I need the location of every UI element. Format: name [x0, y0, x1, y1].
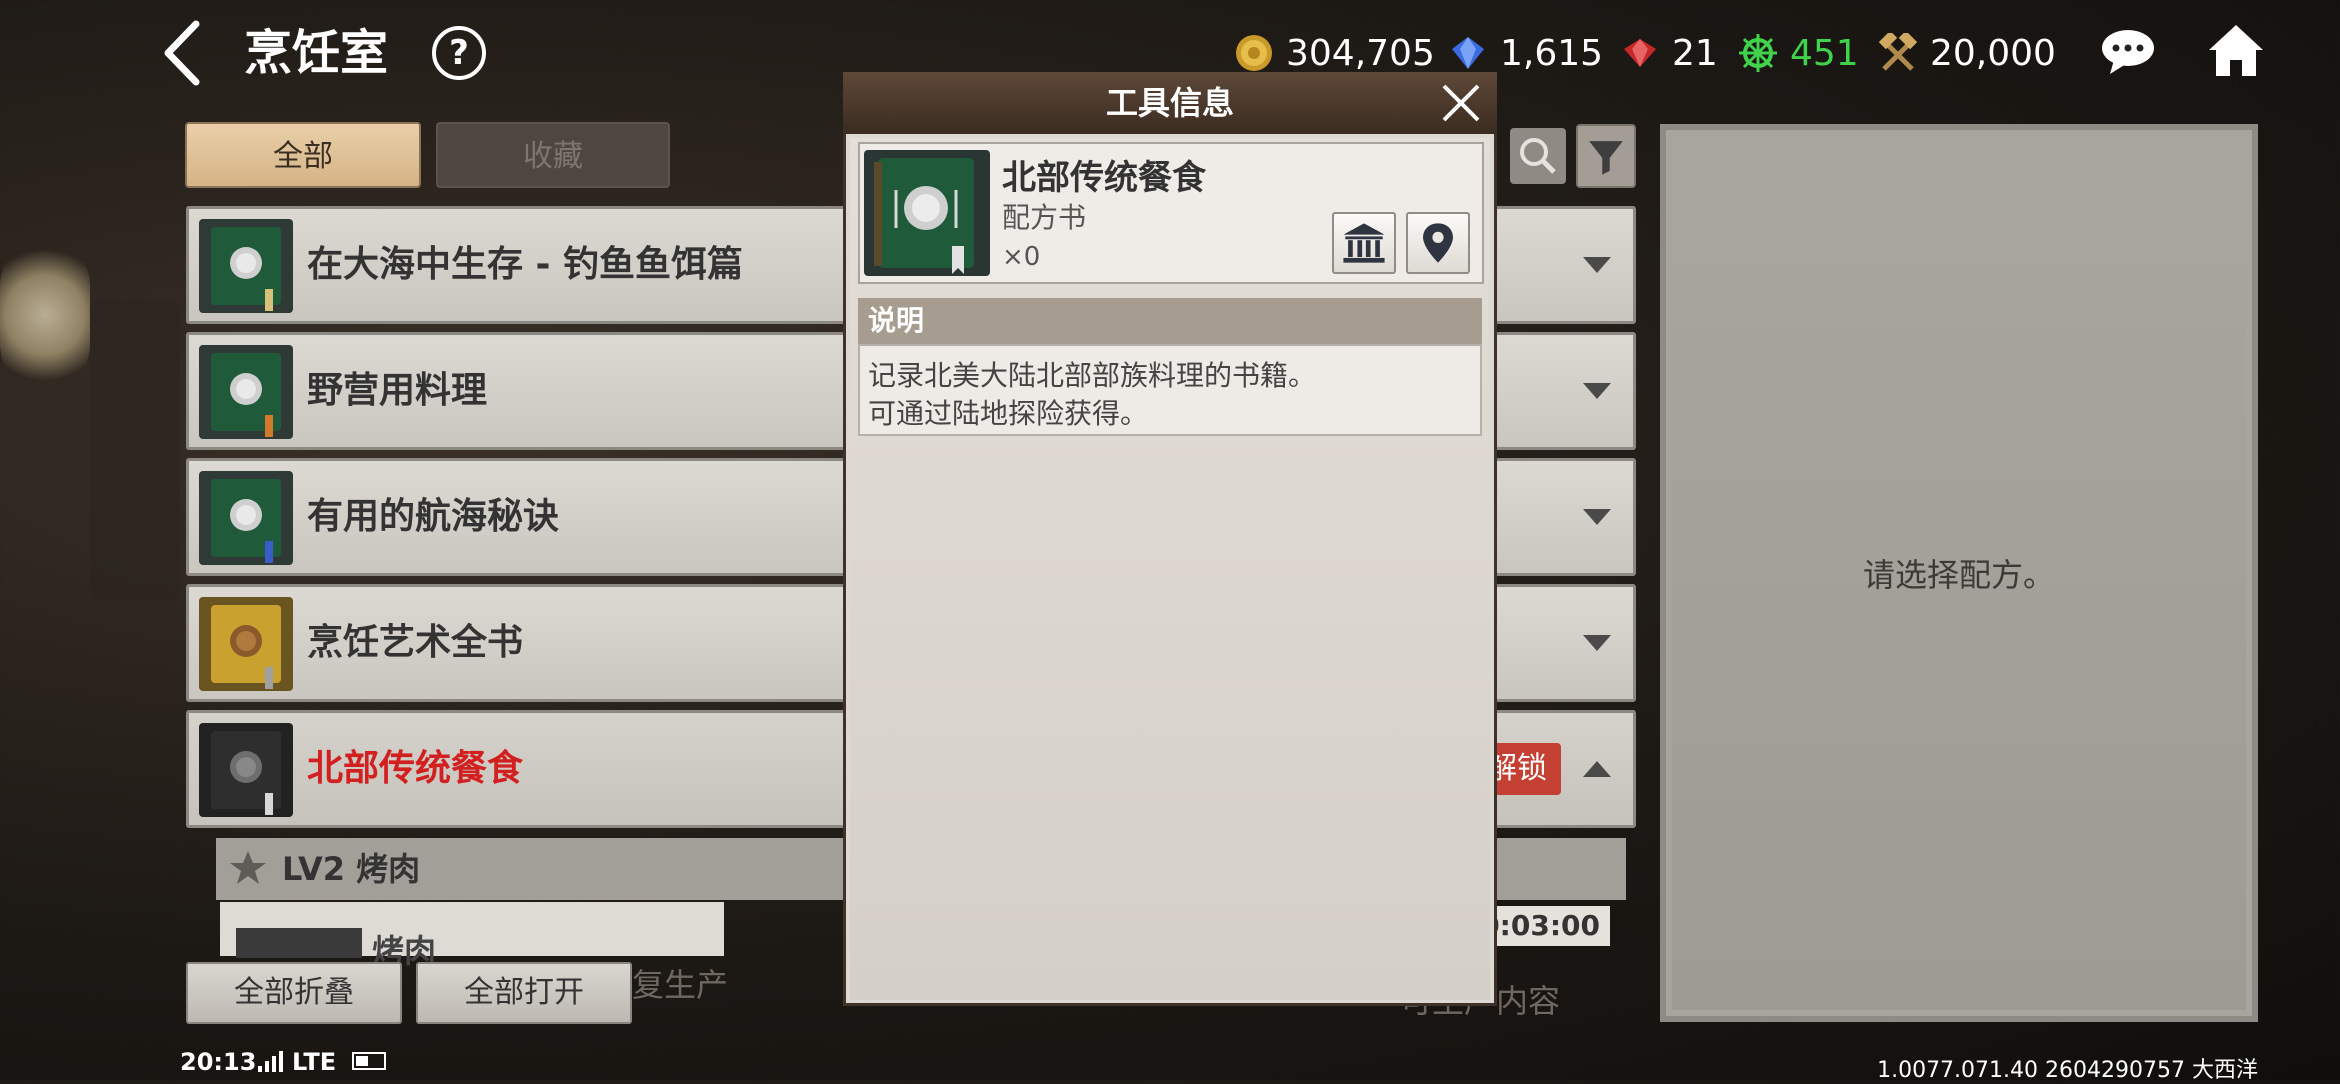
search-button[interactable]	[1510, 128, 1566, 184]
recipe-book-label: 在大海中生存 - 钓鱼鱼饵篇	[307, 244, 744, 285]
item-name: 北部传统餐食	[1002, 158, 1206, 198]
search-icon	[1520, 138, 1556, 174]
background-bottle	[90, 300, 180, 600]
chat-bubble-icon[interactable]	[2100, 28, 2156, 76]
description-line: 记录北美大陆北部部族料理的书籍。	[868, 359, 1317, 392]
restore-production-text: 复生产	[632, 966, 729, 1004]
recipe-card-thumbnail	[236, 928, 362, 958]
back-arrow-icon[interactable]	[160, 18, 210, 88]
select-recipe-hint: 请选择配方。	[1862, 556, 2055, 594]
expand-arrow-icon[interactable]	[1583, 635, 1611, 651]
modal-title: 工具信息	[1105, 84, 1234, 122]
signal-icon	[258, 1051, 283, 1072]
recipe-book-icon	[199, 345, 293, 439]
network-type: LTE	[292, 1048, 337, 1076]
recipe-level-label: LV2 烤肉	[282, 850, 421, 888]
recipe-book-label: 有用的航海秘诀	[307, 496, 560, 537]
location-button[interactable]	[1406, 212, 1470, 274]
recipe-book-icon	[864, 150, 990, 276]
recipe-book-icon	[199, 723, 293, 817]
ship-wheel-icon	[1739, 34, 1777, 72]
recipe-book-label: 野营用料理	[307, 370, 488, 411]
red-gem-value: 21	[1672, 32, 1718, 74]
recipe-book-icon	[199, 471, 293, 565]
expand-all-button[interactable]: 全部打开	[416, 962, 632, 1024]
ship-wheel-value: 451	[1790, 32, 1859, 74]
museum-button[interactable]	[1332, 212, 1396, 274]
recipe-book-label: 北部传统餐食	[307, 748, 524, 789]
expand-arrow-icon[interactable]	[1583, 257, 1611, 273]
description-label: 说明	[868, 304, 925, 337]
gold-value: 304,705	[1286, 32, 1435, 74]
blue-gem-icon	[1452, 37, 1484, 69]
expand-arrow-icon[interactable]	[1583, 509, 1611, 525]
filter-button[interactable]	[1576, 124, 1636, 188]
expand-arrow-icon[interactable]	[1583, 383, 1611, 399]
red-gem-icon	[1624, 39, 1656, 67]
battery-icon	[352, 1052, 386, 1070]
recipe-book-icon	[199, 597, 293, 691]
gold-coin-icon	[1236, 35, 1272, 71]
version-text: 1.0077.071.40 2604290757 大西洋	[1877, 1058, 2258, 1083]
collapse-all-button[interactable]: 全部折叠	[186, 962, 402, 1024]
background-lamp	[0, 240, 90, 390]
help-icon[interactable]: ?	[432, 26, 486, 80]
map-pin-icon	[1423, 223, 1453, 263]
close-icon[interactable]	[1436, 78, 1486, 128]
resource-red-gem: 21	[1620, 26, 1718, 80]
description-header	[858, 298, 1482, 344]
hammer-pick-icon	[1878, 33, 1918, 71]
production-timer: 0:03:00	[1480, 906, 1610, 946]
item-type: 配方书	[1002, 201, 1087, 234]
collapse-arrow-icon[interactable]	[1583, 761, 1611, 777]
resource-hammer: 20,000	[1878, 26, 2056, 80]
hammer-value: 20,000	[1930, 32, 2056, 74]
blue-gem-value: 1,615	[1500, 32, 1604, 74]
recipe-book-label: 烹饪艺术全书	[307, 622, 524, 663]
status-time: 20:13	[180, 1048, 257, 1076]
tab-all[interactable]: 全部	[185, 122, 421, 188]
resource-ship-wheel: 451	[1738, 26, 1859, 80]
description-line: 可通过陆地探险获得。	[868, 397, 1149, 430]
home-icon[interactable]	[2206, 22, 2266, 78]
filter-icon	[1589, 141, 1623, 175]
item-count: ×0	[1002, 242, 1041, 272]
recipe-book-icon	[199, 219, 293, 313]
tab-favorites[interactable]: 收藏	[436, 122, 670, 188]
page-title: 烹饪室	[244, 25, 389, 81]
museum-icon	[1343, 223, 1385, 263]
star-icon	[230, 851, 266, 884]
